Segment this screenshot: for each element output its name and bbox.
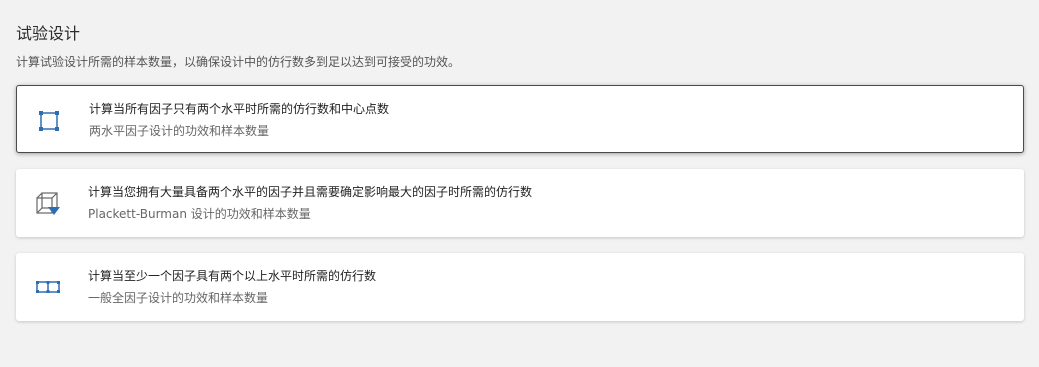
two-level-factorial-icon — [35, 106, 63, 134]
option-card-plackett-burman[interactable]: 计算当您拥有大量具备两个水平的因子并且需要确定影响最大的因子时所需的仿行数 Pl… — [16, 169, 1024, 237]
plackett-burman-icon — [34, 189, 62, 217]
option-description: Plackett-Burman 设计的功效和样本数量 — [88, 207, 311, 221]
option-description: 一般全因子设计的功效和样本数量 — [88, 291, 269, 305]
option-label: 计算当您拥有大量具备两个水平的因子并且需要确定影响最大的因子时所需的仿行数 — [88, 185, 533, 199]
option-label: 计算当至少一个因子具有两个以上水平时所需的仿行数 — [88, 269, 377, 283]
page-subtitle: 计算试验设计所需的样本数量，以确保设计中的仿行数多到足以达到可接受的功效。 — [16, 55, 461, 69]
page-title: 试验设计 — [16, 24, 81, 43]
general-full-factorial-icon — [34, 273, 62, 301]
option-card-two-level-factorial[interactable]: 计算当所有因子只有两个水平时所需的仿行数和中心点数 两水平因子设计的功效和样本数… — [16, 85, 1024, 153]
option-label: 计算当所有因子只有两个水平时所需的仿行数和中心点数 — [89, 102, 390, 116]
option-description: 两水平因子设计的功效和样本数量 — [89, 124, 270, 138]
doe-power-sample-size-page: 试验设计 计算试验设计所需的样本数量，以确保设计中的仿行数多到足以达到可接受的功… — [0, 0, 1039, 367]
option-card-general-full-factorial[interactable]: 计算当至少一个因子具有两个以上水平时所需的仿行数 一般全因子设计的功效和样本数量 — [16, 253, 1024, 321]
